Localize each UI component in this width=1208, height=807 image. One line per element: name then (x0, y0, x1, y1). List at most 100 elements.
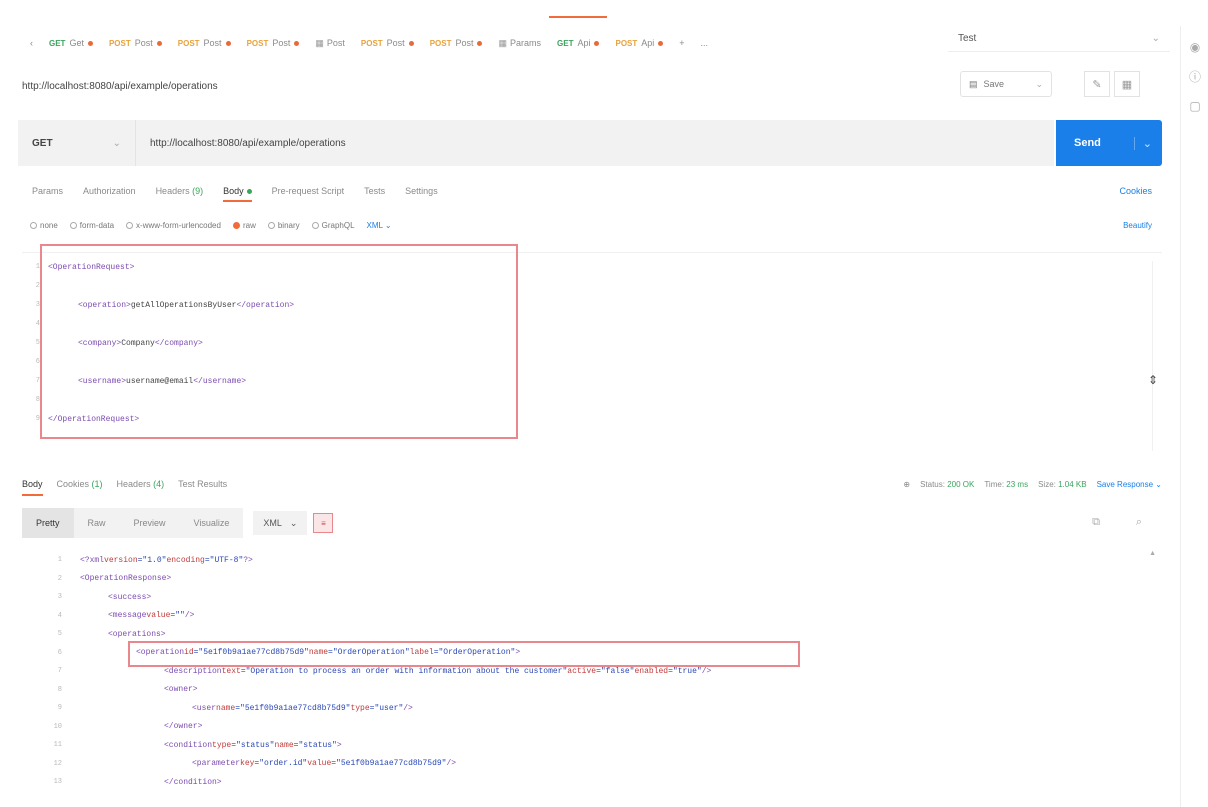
code-token: name (216, 703, 236, 713)
request-name[interactable]: http://localhost:8080/api/example/operat… (22, 81, 218, 92)
line-number: 11 (53, 741, 62, 749)
tab-headers[interactable]: Headers (9) (156, 186, 204, 196)
method-select[interactable]: GET ⌄ (18, 120, 136, 166)
response-tab-cookies[interactable]: Cookies (1) (57, 479, 103, 489)
tab-label: Api (641, 38, 655, 48)
code-token: type (350, 703, 370, 713)
eye-icon[interactable]: ◉ (1181, 40, 1208, 54)
environment-select[interactable]: Test ⌄ (948, 26, 1170, 52)
tabs-scroll-left-icon[interactable]: ‹ (22, 28, 41, 58)
search-icon[interactable]: ⌕ (1136, 516, 1142, 529)
tab-method: POST (108, 38, 131, 48)
tab-label: Get (69, 38, 84, 48)
code-token: ="false" (596, 666, 635, 676)
scroll-up-icon[interactable]: ▲ (1149, 550, 1156, 557)
edit-icon[interactable]: ✎ (1084, 71, 1110, 97)
chevron-down-icon: ⌄ (1035, 78, 1043, 89)
request-tab[interactable]: POST Post (101, 28, 170, 58)
comment-icon[interactable]: ▢ (1181, 99, 1208, 113)
chevron-down-icon[interactable]: ⌄ (1133, 136, 1152, 150)
code-token: /> (184, 611, 195, 620)
body-option-binary[interactable]: binary (267, 221, 300, 230)
code-line: <?xml version ="1.0" encoding ="UTF-8" ?> (80, 552, 253, 568)
request-tab[interactable]: GET Get (41, 28, 101, 58)
time-label: Time: (984, 479, 1005, 489)
code-token: <message (108, 611, 147, 620)
line-number: 4 (57, 611, 62, 620)
body-option-formdata[interactable]: form-data (69, 221, 114, 230)
request-tab[interactable]: GET Api (549, 16, 608, 58)
wrap-lines-icon[interactable]: ≡ (313, 513, 334, 533)
save-icon: ▤ (969, 78, 978, 89)
unsaved-dot-icon (294, 40, 300, 46)
cookies-link[interactable]: Cookies (1119, 186, 1152, 196)
code-line: </condition> (164, 774, 222, 790)
request-tab[interactable]: POST Post (353, 28, 422, 58)
radio-icon (267, 221, 275, 229)
line-number: 8 (57, 685, 62, 694)
time-value: 23 ms (1006, 479, 1029, 489)
request-tab[interactable]: ▦ Params (490, 28, 549, 58)
tab-body[interactable]: Body (223, 186, 252, 202)
editor-scrollbar[interactable]: ⇕ (1148, 261, 1158, 451)
code-token: ="5e1f0b9a1ae77cd8b75d9" (331, 759, 447, 768)
body-format-select[interactable]: XML ⌄ (367, 221, 392, 230)
line-number: 6 (35, 358, 40, 366)
tab-settings[interactable]: Settings (405, 186, 438, 196)
request-tab[interactable]: POST Post (170, 28, 239, 58)
response-format-label: XML (263, 518, 282, 528)
resize-handle-icon[interactable]: ⇕ (1148, 373, 1158, 387)
radio-icon (69, 221, 77, 229)
tab-method: GET (557, 38, 574, 48)
body-option-graphql[interactable]: GraphQL (311, 221, 355, 230)
response-meta: ⊕ Status: 200 OK Time: 23 ms Size: 1.04 … (903, 480, 1162, 489)
beautify-link[interactable]: Beautify (1123, 221, 1152, 230)
view-visualize[interactable]: Visualize (180, 508, 244, 538)
save-response-button[interactable]: Save Response ⌄ (1097, 480, 1162, 489)
info-icon[interactable]: ⓘ (1181, 68, 1208, 85)
code-token: encoding (166, 555, 205, 565)
new-tab-button[interactable]: + (671, 28, 692, 58)
code-icon[interactable]: ▦ (1114, 71, 1140, 97)
response-format-select[interactable]: XML ⌄ (253, 511, 308, 535)
response-line-highlight (128, 641, 800, 667)
tab-prerequest[interactable]: Pre-request Script (272, 186, 345, 196)
request-title-row: http://localhost:8080/api/example/operat… (22, 71, 1162, 98)
save-button[interactable]: ▤ Save ⌄ (960, 71, 1052, 97)
response-body-viewer[interactable]: ▲ 1 <?xml version ="1.0" encoding ="UTF-8"?… (22, 550, 1162, 798)
response-tab-body[interactable]: Body (22, 479, 43, 496)
tab-authorization[interactable]: Authorization (83, 186, 136, 196)
line-number: 6 (57, 648, 62, 657)
send-button[interactable]: Send ⌄ (1056, 120, 1162, 166)
send-label: Send (1074, 137, 1101, 149)
view-preview[interactable]: Preview (120, 508, 180, 538)
chevron-down-icon: ⌄ (1151, 33, 1160, 44)
view-pretty[interactable]: Pretty (22, 508, 74, 538)
code-token: value (307, 759, 332, 768)
body-option-raw[interactable]: raw (232, 221, 256, 230)
code-token: ?> (243, 555, 253, 565)
body-option-none[interactable]: none (30, 221, 58, 230)
tab-headers-label: Headers (155, 186, 190, 196)
view-mode-segmented: Pretty Raw Preview Visualize (22, 508, 244, 538)
response-tab-headers[interactable]: Headers (4) (117, 479, 165, 489)
request-tab[interactable]: POST Post (422, 28, 491, 58)
request-tab[interactable]: POST Post (239, 28, 308, 58)
save-response-label: Save Response (1096, 479, 1154, 489)
request-tab[interactable]: ▦ Post (307, 28, 353, 58)
method-label: GET (32, 137, 53, 149)
body-option-urlencoded[interactable]: x-www-form-urlencoded (126, 221, 221, 230)
tab-params[interactable]: Params (32, 186, 63, 196)
globe-icon[interactable]: ⊕ (903, 480, 910, 489)
more-tabs-button[interactable]: ... (693, 28, 717, 58)
tab-tests[interactable]: Tests (364, 186, 385, 196)
view-raw[interactable]: Raw (74, 508, 120, 538)
unsaved-dot-icon (408, 40, 414, 46)
code-token: <operations> (108, 629, 166, 639)
response-tab-test-results[interactable]: Test Results (178, 479, 227, 489)
line-number: 7 (35, 377, 40, 385)
code-token: key (240, 759, 255, 768)
copy-icon[interactable]: ⧉ (1092, 516, 1100, 529)
request-tab[interactable]: POST Api (607, 28, 671, 58)
url-input[interactable] (136, 120, 1054, 166)
